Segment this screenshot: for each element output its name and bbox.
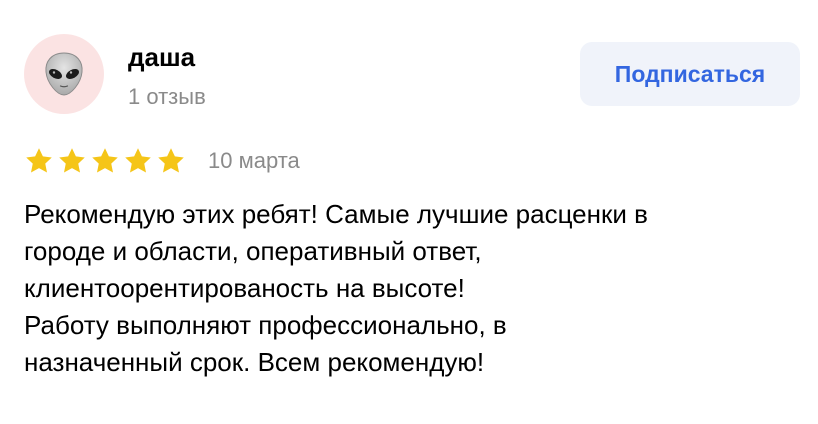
review-text-line: Рекомендую этих ребят! Самые лучшие расц… xyxy=(24,199,648,229)
review-text-line: Работу выполняют профессионально, в xyxy=(24,310,507,340)
review-text-line: городе и области, оперативный ответ, xyxy=(24,236,482,266)
review-text-line: назначенный срок. Всем рекомендую! xyxy=(24,347,485,377)
avatar[interactable] xyxy=(24,34,104,114)
review-date: 10 марта xyxy=(208,148,300,173)
review-card: даша 1 отзыв Подписаться 10 марта Рекоме… xyxy=(0,0,818,424)
star-icon xyxy=(26,148,52,173)
author-name[interactable]: даша xyxy=(128,42,195,72)
review-text: Рекомендую этих ребят! Самые лучшие расц… xyxy=(24,196,804,381)
star-icon xyxy=(59,148,85,173)
star-icon xyxy=(158,148,184,173)
alien-face-icon xyxy=(45,52,83,96)
star-icon xyxy=(125,148,151,173)
star-icon xyxy=(92,148,118,173)
subscribe-button[interactable]: Подписаться xyxy=(580,42,800,106)
review-text-line: клиентоорентированость на высоте! xyxy=(24,273,465,303)
rating-stars xyxy=(24,146,186,176)
author-review-count: 1 отзыв xyxy=(128,84,206,109)
